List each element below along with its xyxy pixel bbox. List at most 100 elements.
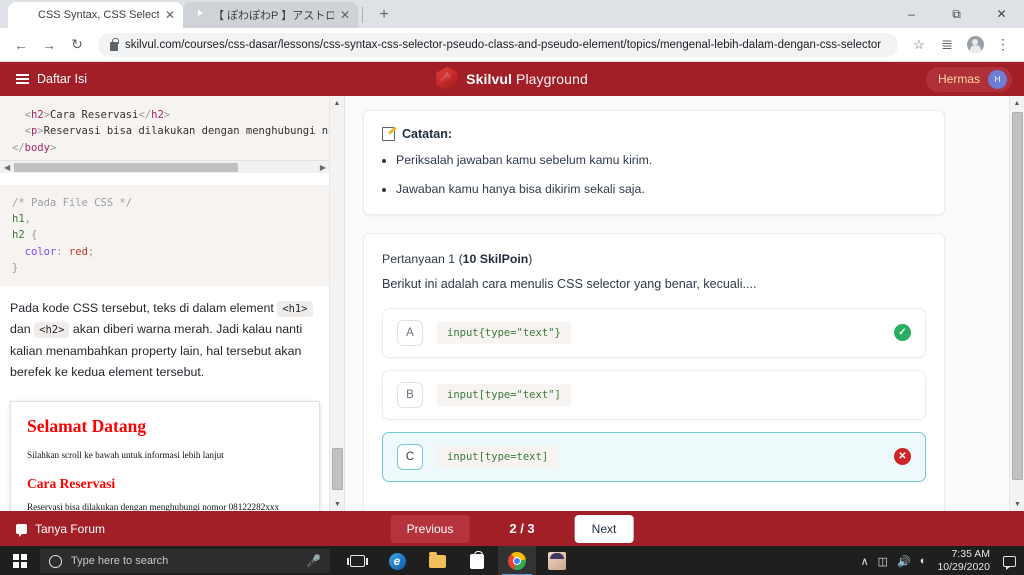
address-bar[interactable]: skilvul.com/courses/css-dasar/lessons/cs…	[98, 32, 898, 57]
back-icon[interactable]: ←	[8, 32, 34, 58]
clock-time: 7:35 AM	[951, 547, 990, 560]
scroll-down-icon[interactable]: ▼	[1010, 497, 1024, 511]
browser-tabstrip: CSS Syntax, CSS Selector, Pseudo ✕ 【 ぽわぽ…	[0, 0, 1024, 28]
new-tab-button[interactable]: +	[371, 2, 397, 28]
close-window-button[interactable]: ✕	[979, 0, 1024, 28]
minimize-button[interactable]: –	[889, 0, 934, 28]
bullet-icon	[382, 159, 386, 163]
scroll-right-icon[interactable]: ▶	[320, 163, 326, 172]
table-of-contents-label: Daftar Isi	[37, 72, 88, 86]
lesson-panel-scrollbar[interactable]: ▲ ▼	[329, 96, 344, 511]
chrome-menu-icon[interactable]: ⋮	[990, 32, 1016, 58]
start-button[interactable]	[0, 546, 40, 575]
avatar: H	[988, 69, 1007, 89]
scrollbar-thumb[interactable]	[1012, 112, 1023, 480]
lesson-panel: <h2>Cara Reservasi</h2> <p>Reservasi bis…	[0, 96, 345, 511]
microsoft-store-icon[interactable]	[458, 546, 496, 575]
correct-check-icon: ✓	[894, 324, 911, 342]
option-code: input[type="text"]	[437, 383, 571, 406]
close-icon[interactable]: ✕	[165, 9, 175, 21]
question-text: Berikut ini adalah cara menulis CSS sele…	[382, 276, 757, 291]
profile-avatar-icon[interactable]	[962, 32, 988, 58]
taskbar-apps: e	[338, 546, 576, 575]
lesson-navigation-bar: Tanya Forum Previous 2 / 3 Next	[0, 511, 1024, 546]
windows-logo-icon	[13, 554, 27, 568]
previous-button[interactable]: Previous	[390, 514, 470, 543]
answer-option-c[interactable]: C input[type=text] ✕	[382, 431, 926, 482]
browser-tab-1[interactable]: CSS Syntax, CSS Selector, Pseudo ✕	[8, 2, 183, 28]
option-letter: A	[397, 319, 423, 346]
option-letter: B	[397, 381, 423, 408]
clock[interactable]: 7:35 AM 10/29/2020	[937, 548, 990, 574]
hamburger-icon	[16, 74, 29, 84]
answer-option-b[interactable]: B input[type="text"]	[382, 369, 926, 420]
file-explorer-icon[interactable]	[418, 546, 456, 575]
chrome-icon[interactable]	[498, 546, 536, 575]
preview-heading-1: Selamat Datang	[27, 416, 147, 437]
edge-icon[interactable]: e	[378, 546, 416, 575]
bookmark-star-icon[interactable]: ☆	[906, 32, 932, 58]
preview-heading-2: Cara Reservasi	[27, 476, 116, 492]
address-bar-url: skilvul.com/courses/css-dasar/lessons/cs…	[125, 38, 882, 51]
scroll-left-icon[interactable]: ◀	[4, 163, 10, 172]
question-meta: Pertanyaan 1 (10 SkilPoin)	[382, 252, 926, 266]
option-code: input{type="text"}	[437, 321, 571, 344]
search-placeholder: Type here to search	[71, 555, 169, 567]
microphone-icon[interactable]: 🎤	[306, 554, 321, 568]
quiz-panel-scrollbar[interactable]: ▲ ▼	[1009, 96, 1024, 511]
cortana-circle-icon	[49, 554, 62, 568]
notifications-icon[interactable]	[1003, 555, 1016, 570]
skilvul-logo-icon	[436, 67, 459, 91]
preview-paragraph-1: Silahkan scroll ke bawah untuk informasi…	[27, 450, 224, 461]
media-player-icon[interactable]	[538, 546, 576, 575]
user-menu[interactable]: Hermas H	[925, 66, 1012, 92]
lesson-content: <h2>Cara Reservasi</h2> <p>Reservasi bis…	[0, 96, 330, 511]
search-input[interactable]: Type here to search 🎤	[40, 549, 330, 573]
windows-taskbar: Type here to search 🎤 e ∧ ◫ 🔊 ◐ 7:35 AM …	[0, 546, 1024, 575]
ruby-icon	[18, 8, 32, 22]
brand-logo[interactable]: Skilvul Playground	[436, 67, 588, 91]
reading-list-icon[interactable]: ≣	[934, 32, 960, 58]
scrollbar-thumb[interactable]	[332, 448, 343, 490]
scrollbar-thumb[interactable]	[14, 162, 238, 172]
bullet-icon	[382, 187, 386, 192]
task-view-icon[interactable]	[338, 546, 376, 575]
lock-icon	[110, 37, 119, 51]
forum-label: Tanya Forum	[35, 521, 106, 536]
maximize-button[interactable]: ⧉	[934, 0, 979, 28]
chevron-up-icon[interactable]: ∧	[861, 555, 869, 568]
question-points: 10 SkilPoin	[462, 251, 529, 266]
quiz-panel: Catatan: Periksalah jawaban kamu sebelum…	[345, 96, 1024, 511]
forward-icon[interactable]: →	[36, 32, 62, 58]
scroll-up-icon[interactable]: ▲	[1010, 96, 1024, 110]
inline-code-h1: <h1>	[277, 301, 313, 318]
brand-suffix: Playground	[516, 71, 588, 87]
wifi-icon[interactable]: ◐	[920, 555, 927, 567]
option-letter: C	[397, 443, 423, 470]
browser-toolbar: ← → ↻ skilvul.com/courses/css-dasar/less…	[0, 28, 1024, 62]
table-of-contents-button[interactable]: Daftar Isi	[0, 72, 87, 86]
chat-icon	[16, 523, 27, 537]
reload-icon[interactable]: ↻	[64, 32, 90, 58]
note-title-label: Catatan:	[402, 127, 453, 141]
render-preview: Selamat Datang Silahkan scroll ke bawah …	[10, 401, 320, 511]
user-name: Hermas	[937, 72, 980, 86]
browser-tab-2[interactable]: 【 ぽわぽわP 】アストロノーツ ~【 Pow ✕	[183, 2, 358, 28]
youtube-icon	[193, 8, 207, 22]
option-code: input[type=text]	[437, 445, 559, 468]
pagination-controls: Previous 2 / 3 Next	[390, 514, 634, 543]
question-paren: )	[528, 251, 533, 266]
close-icon[interactable]: ✕	[340, 9, 350, 21]
answer-option-a[interactable]: A input{type="text"} ✓	[382, 307, 926, 358]
battery-icon[interactable]: ◫	[878, 555, 888, 568]
next-button[interactable]: Next	[574, 514, 634, 543]
note-item-text: Periksalah jawaban kamu sebelum kamu kir…	[396, 153, 653, 167]
forum-link[interactable]: Tanya Forum	[0, 521, 106, 537]
tab-title: 【 ぽわぽわP 】アストロノーツ ~【 Pow	[213, 10, 334, 22]
preview-paragraph-2: Reservasi bisa dilakukan dengan menghubu…	[27, 502, 280, 511]
page-indicator: 2 / 3	[509, 521, 535, 536]
scroll-down-icon[interactable]: ▼	[330, 497, 344, 511]
code-horizontal-scrollbar[interactable]: ◀ ▶	[0, 159, 330, 173]
volume-icon[interactable]: 🔊	[897, 555, 911, 568]
scroll-up-icon[interactable]: ▲	[330, 96, 344, 110]
